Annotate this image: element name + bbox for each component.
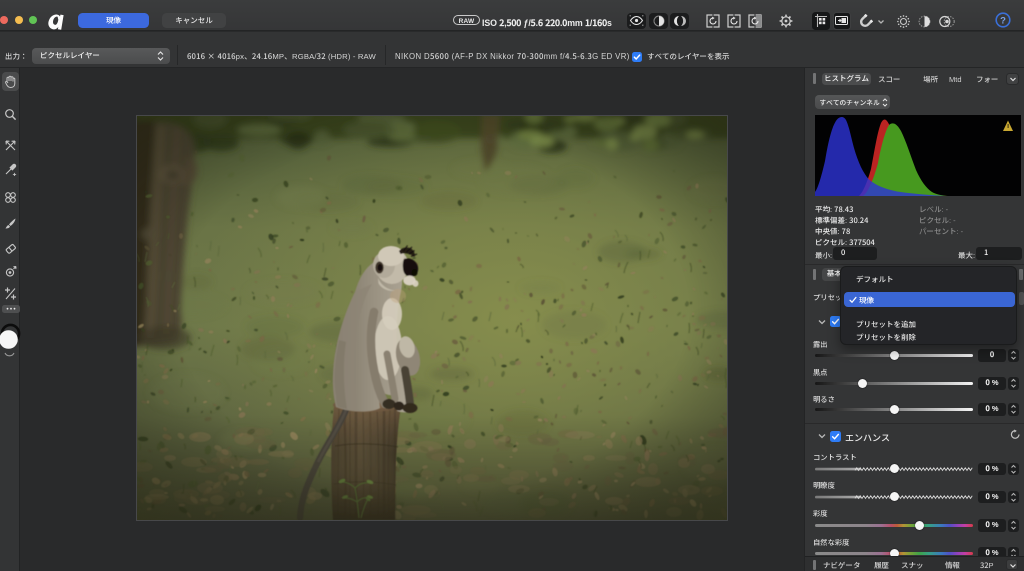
svg-text:?: ?	[1000, 15, 1006, 26]
